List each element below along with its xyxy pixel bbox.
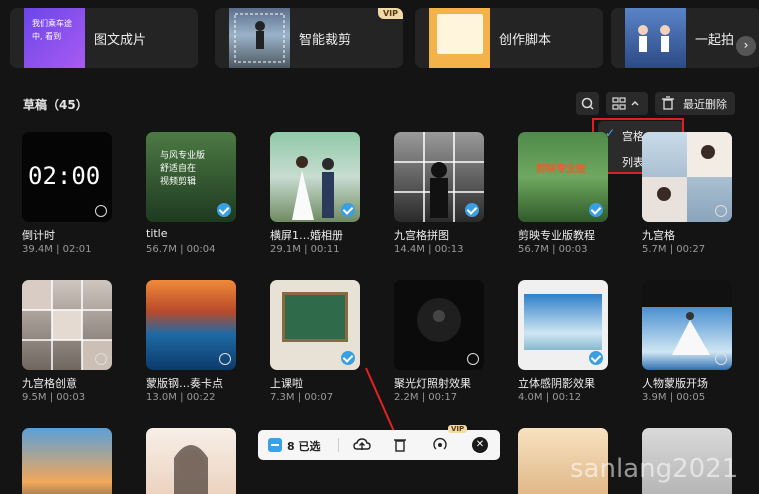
broadcast-icon[interactable]	[430, 435, 450, 455]
draft-name: 九宫格拼图	[394, 229, 449, 242]
clock-text: 02:00	[28, 162, 101, 190]
draft-thumbnail[interactable]	[22, 280, 112, 370]
search-icon	[581, 97, 594, 110]
vip-badge: VIP	[377, 8, 403, 19]
selected-check-icon[interactable]	[341, 203, 355, 217]
feature-thumbnail	[625, 8, 686, 68]
draft-meta: 56.7M | 00:03	[518, 244, 588, 255]
people-icon	[638, 25, 670, 52]
draft-thumbnail[interactable]: 02:00	[22, 132, 112, 222]
search-button[interactable]	[576, 92, 599, 115]
draft-thumbnail[interactable]: 剪映专业版	[518, 132, 608, 222]
draft-thumbnail[interactable]: 与风专业版 舒适自在 视频剪辑	[146, 132, 236, 222]
recently-deleted-button[interactable]: 最近删除	[655, 92, 735, 115]
feature-thumbnail: 我们乘车途中, 看到	[24, 8, 85, 68]
chevron-right-icon[interactable]: ›	[736, 36, 756, 56]
selected-check-icon[interactable]	[589, 203, 603, 217]
draft-meta: 14.4M | 00:13	[394, 244, 464, 255]
feature-card-shoot-together[interactable]: 一起拍	[611, 8, 759, 68]
selected-count: 8 已选	[287, 440, 321, 453]
cloud-upload-icon[interactable]	[352, 435, 372, 455]
draft-name: 上课啦	[270, 377, 303, 390]
draft-thumbnail[interactable]	[270, 132, 360, 222]
selected-check-icon[interactable]	[465, 203, 479, 217]
draft-thumbnail[interactable]	[146, 428, 236, 494]
draft-name: 人物蒙版开场	[642, 377, 708, 390]
draft-meta: 39.4M | 02:01	[22, 244, 92, 255]
toolbar-divider	[338, 438, 339, 452]
draft-thumbnail[interactable]	[642, 132, 732, 222]
thumb-line: 舒适自在	[160, 164, 197, 174]
view-toggle-button[interactable]	[606, 92, 648, 115]
script-paper	[437, 14, 483, 54]
select-circle-icon[interactable]	[95, 205, 107, 217]
feature-thumb-text: 我们乘车途中, 看到	[32, 19, 72, 41]
draft-thumbnail[interactable]	[642, 280, 732, 370]
thumb-overlay-text: 剪映专业版	[536, 164, 586, 175]
feature-label: 智能裁剪	[299, 33, 352, 48]
selected-check-icon[interactable]	[589, 351, 603, 365]
draft-name: 倒计时	[22, 229, 55, 242]
select-circle-icon[interactable]	[467, 353, 479, 365]
draft-meta: 9.5M | 00:03	[22, 392, 86, 403]
selected-check-icon[interactable]	[341, 351, 355, 365]
deselect-all-checkbox[interactable]	[268, 438, 282, 452]
chalkboard	[282, 292, 348, 342]
select-circle-icon[interactable]	[715, 205, 727, 217]
thumb-text: 与风专业版 舒适自在 视频剪辑	[160, 150, 205, 189]
feature-cards: 我们乘车途中, 看到 图文成片 智能裁剪 VIP 创作脚本 一起拍 ›	[10, 8, 759, 68]
person-silhouette-icon	[234, 13, 285, 63]
draft-name: 九宫格	[642, 229, 675, 242]
draft-name: 立体感阴影效果	[518, 377, 595, 390]
draft-meta: 4.0M | 00:12	[518, 392, 582, 403]
draft-name: 剪映专业版教程	[518, 229, 595, 242]
draft-name: 蒙版钢…奏卡点	[146, 377, 223, 390]
selection-toolbar: 8 已选 VIP ✕	[258, 425, 500, 460]
feature-thumbnail	[229, 8, 290, 68]
selected-check-icon[interactable]	[217, 203, 231, 217]
thumb-line: 视频剪辑	[160, 177, 197, 187]
feature-thumbnail	[429, 8, 490, 68]
shadow-photo	[524, 294, 602, 350]
select-circle-icon[interactable]	[219, 353, 231, 365]
portrait-photo	[174, 445, 208, 494]
draft-thumbnail[interactable]	[146, 280, 236, 370]
draft-meta: 56.7M | 00:04	[146, 244, 216, 255]
draft-name: 九宫格创意	[22, 377, 77, 390]
draft-thumbnail[interactable]	[394, 132, 484, 222]
draft-meta: 29.1M | 00:11	[270, 244, 340, 255]
watermark: sanlang2021	[570, 454, 739, 484]
feature-label: 创作脚本	[499, 33, 552, 48]
delete-icon[interactable]	[390, 435, 410, 455]
draft-meta: 13.0M | 00:22	[146, 392, 216, 403]
select-circle-icon[interactable]	[715, 353, 727, 365]
thumb-line: 与风专业版	[160, 151, 206, 161]
close-icon[interactable]: ✕	[472, 437, 488, 453]
feature-label: 图文成片	[94, 33, 147, 48]
recently-deleted-label: 最近删除	[683, 98, 727, 111]
select-circle-icon[interactable]	[95, 353, 107, 365]
draft-name: title	[146, 227, 168, 240]
draft-meta: 7.3M | 00:07	[270, 392, 334, 403]
draft-thumbnail[interactable]	[518, 280, 608, 370]
drafts-title: 草稿（45）	[23, 98, 88, 112]
draft-meta: 3.9M | 00:05	[642, 392, 706, 403]
draft-name: 横屏1…婚相册	[270, 229, 343, 242]
draft-thumbnail[interactable]	[22, 428, 112, 494]
vip-badge: VIP	[448, 425, 468, 433]
feature-card-image-to-video[interactable]: 我们乘车途中, 看到 图文成片	[10, 8, 198, 68]
grid-view-icon	[612, 97, 639, 110]
trash-icon	[662, 96, 674, 110]
draft-thumbnail[interactable]	[394, 280, 484, 370]
draft-meta: 5.7M | 00:27	[642, 244, 706, 255]
feature-label: 一起拍	[695, 33, 735, 48]
feature-card-smart-crop[interactable]: 智能裁剪 VIP	[215, 8, 403, 68]
draft-thumbnail[interactable]	[270, 280, 360, 370]
feature-card-script[interactable]: 创作脚本	[415, 8, 603, 68]
